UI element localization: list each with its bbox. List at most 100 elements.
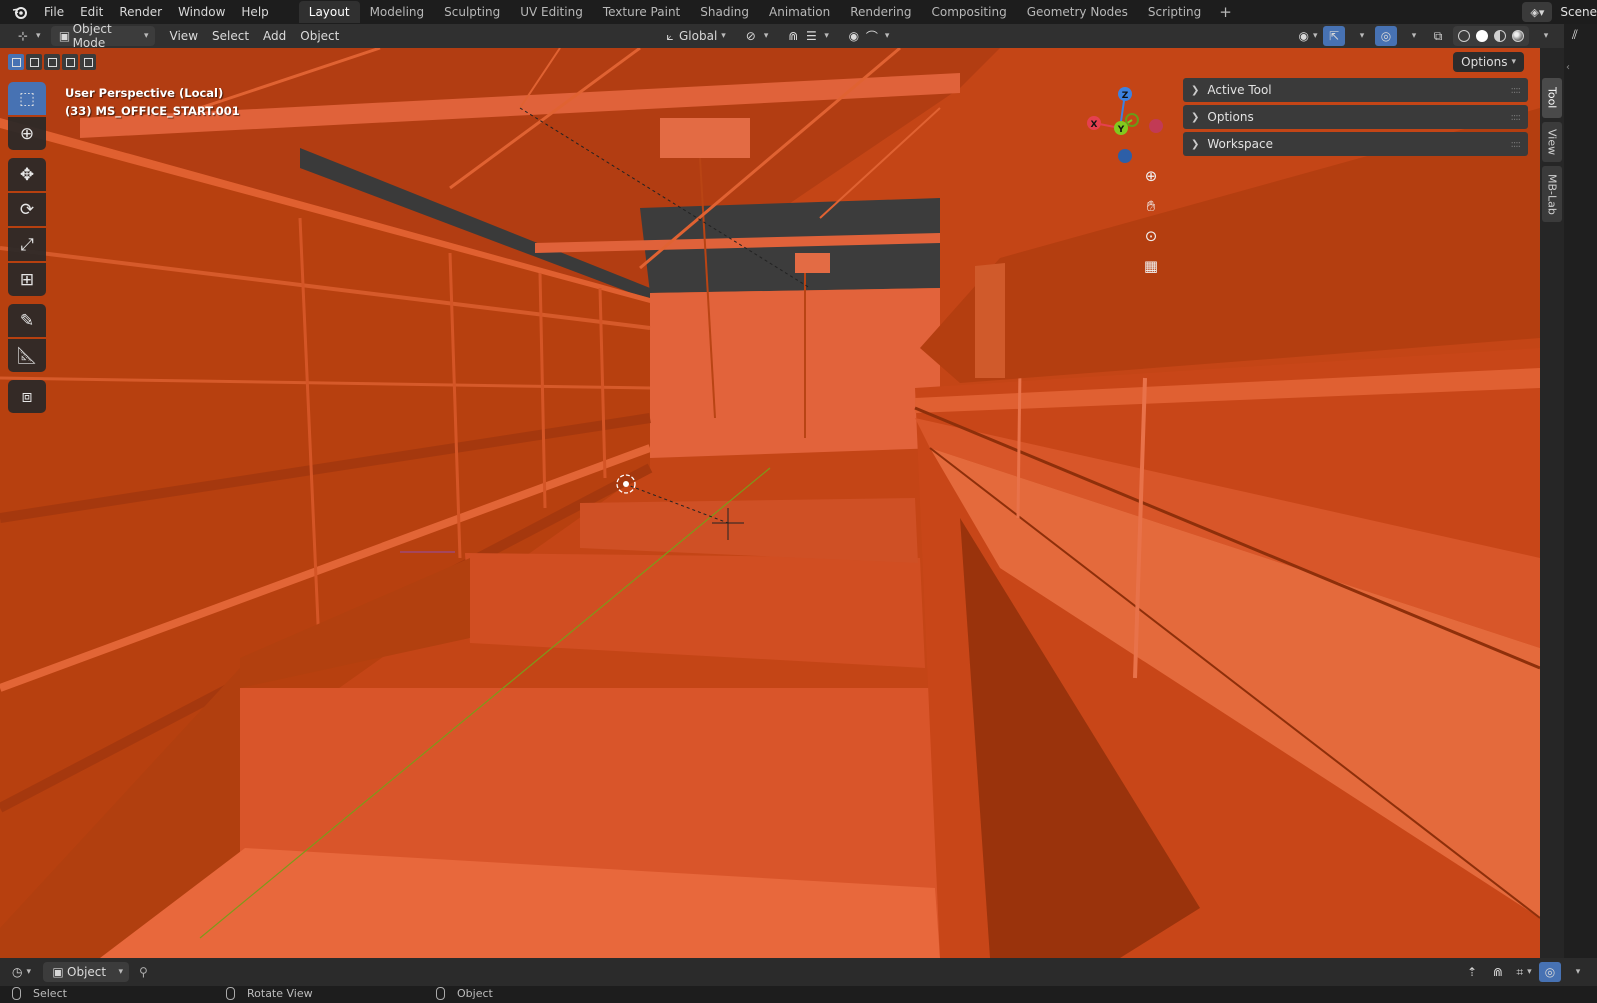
rotate-tool[interactable]: ⟳ — [8, 193, 46, 226]
overlay-button[interactable]: ◎ — [1539, 962, 1561, 982]
collapse-arrow-icon[interactable]: ‹ — [1566, 62, 1570, 73]
blender-logo-icon[interactable] — [10, 2, 30, 22]
move-tool[interactable]: ✥ — [8, 158, 46, 191]
tab-compositing[interactable]: Compositing — [921, 1, 1016, 23]
tab-rendering[interactable]: Rendering — [840, 1, 921, 23]
select-subtract-button[interactable] — [44, 54, 60, 70]
status-rotate: Rotate View — [226, 987, 313, 1000]
status-object-label: Object — [457, 987, 493, 1000]
panel-options[interactable]: ❯ Options :::: — [1183, 105, 1528, 129]
tab-scripting[interactable]: Scripting — [1138, 1, 1211, 23]
material-shading-button[interactable] — [1491, 28, 1509, 44]
timeline-object-dropdown[interactable]: ▣ Object ▾ — [43, 962, 130, 982]
properties-icon[interactable]: ⫽ — [1572, 28, 1578, 43]
visibility-dropdown[interactable]: ◉ ▾ — [1297, 26, 1319, 46]
axis-z-label: Z — [1122, 91, 1129, 101]
tab-layout[interactable]: Layout — [298, 1, 360, 23]
select-difference-button[interactable] — [62, 54, 78, 70]
overlay-dropdown[interactable]: ▾ — [1565, 962, 1587, 982]
drag-handle-icon[interactable]: :::: — [1511, 112, 1522, 123]
shading-dropdown[interactable]: ▾ — [1533, 26, 1555, 46]
panel-label: Options — [1207, 110, 1254, 124]
snap-button[interactable]: ⌗ ▾ — [1513, 962, 1535, 982]
axis-neg-z-icon[interactable] — [1118, 149, 1132, 163]
menu-view[interactable]: View — [163, 29, 205, 43]
menu-edit[interactable]: Edit — [72, 0, 111, 24]
sidebar-tab-tool[interactable]: Tool — [1542, 78, 1562, 118]
menu-render[interactable]: Render — [111, 0, 170, 24]
gizmo-toggle[interactable]: ⇱ — [1323, 26, 1345, 46]
auto-keying-button[interactable]: ⋒ — [1487, 962, 1509, 982]
rendered-shading-button[interactable] — [1509, 28, 1527, 44]
tab-uv-editing[interactable]: UV Editing — [510, 1, 593, 23]
orientation-icon: ⟀ — [666, 28, 674, 43]
measure-tool[interactable]: 📐︎ — [8, 339, 46, 372]
annotate-tool[interactable]: ✎ — [8, 304, 46, 337]
panel-workspace[interactable]: ❯ Workspace :::: — [1183, 132, 1528, 156]
camera-view-button[interactable]: ⊙ — [1137, 225, 1165, 247]
menu-select[interactable]: Select — [205, 29, 256, 43]
editor-type-button[interactable]: ⊹ ▾ — [8, 26, 47, 46]
overlays-dropdown[interactable]: ▾ — [1401, 26, 1423, 46]
select-intersect-button[interactable] — [80, 54, 96, 70]
clock-icon: ◷ — [12, 965, 23, 979]
pivot-dropdown[interactable]: ⊘ ▾ — [736, 26, 775, 46]
solid-shading-button[interactable] — [1473, 28, 1491, 44]
wireframe-shading-button[interactable] — [1455, 28, 1473, 44]
tab-sculpting[interactable]: Sculpting — [434, 1, 510, 23]
menu-object[interactable]: Object — [293, 29, 346, 43]
options-label: Options — [1461, 55, 1508, 69]
tab-geometry-nodes[interactable]: Geometry Nodes — [1017, 1, 1138, 23]
orientation-dropdown[interactable]: ⟀ Global ▾ — [655, 26, 732, 46]
snap-toggle[interactable]: ⋒ ☰ ▾ — [778, 26, 835, 46]
overlays-toggle[interactable]: ◎ — [1375, 26, 1397, 46]
axis-neg-x-icon[interactable] — [1149, 119, 1163, 133]
mode-dropdown[interactable]: ▣ Object Mode ▾ — [50, 22, 155, 50]
chevron-down-icon: ▾ — [1359, 31, 1365, 41]
gizmo-dropdown[interactable]: ▾ — [1349, 26, 1371, 46]
pan-button[interactable]: ✋︎ — [1137, 195, 1165, 217]
sidebar-tab-view[interactable]: View — [1542, 122, 1562, 162]
menu-window[interactable]: Window — [170, 0, 233, 24]
zoom-button[interactable]: ⊕ — [1137, 165, 1165, 187]
xray-toggle[interactable]: ⧉ — [1427, 26, 1449, 46]
tab-animation[interactable]: Animation — [759, 1, 840, 23]
menu-file[interactable]: File — [36, 0, 72, 24]
axis-x-label: X — [1091, 120, 1098, 130]
select-box-tool[interactable]: ⬚ — [8, 82, 46, 115]
tab-texture-paint[interactable]: Texture Paint — [593, 1, 690, 23]
chevron-down-icon: ▾ — [824, 31, 829, 41]
tab-shading[interactable]: Shading — [690, 1, 759, 23]
3d-viewport[interactable]: User Perspective (Local) (33) MS_OFFICE_… — [0, 48, 1540, 958]
status-bar: Select Rotate View Object — [0, 986, 1597, 1003]
add-cube-tool[interactable]: ⧈ — [8, 380, 46, 413]
menu-help[interactable]: Help — [233, 0, 276, 24]
proportional-edit-toggle[interactable]: ◉ ⌒ ▾ — [839, 26, 896, 46]
scale-tool[interactable]: ⤢ — [8, 228, 46, 261]
scene-label[interactable]: Scene — [1560, 5, 1597, 19]
tab-modeling[interactable]: Modeling — [360, 1, 435, 23]
select-new-button[interactable] — [8, 54, 24, 70]
overlays-icon: ◎ — [1544, 965, 1556, 979]
object-mode-icon: ▣ — [58, 29, 71, 43]
scene-icon[interactable]: ◈▾ — [1522, 2, 1553, 22]
select-difference-icon — [65, 57, 75, 67]
status-rotate-label: Rotate View — [247, 987, 313, 1000]
chevron-right-icon: ❯ — [1191, 84, 1200, 96]
timeline-editor-type[interactable]: ◷ ▾ — [6, 962, 37, 982]
menu-add[interactable]: Add — [256, 29, 293, 43]
drag-handle-icon[interactable]: :::: — [1511, 139, 1522, 150]
ortho-toggle-button[interactable]: ▦ — [1137, 255, 1165, 277]
panel-active-tool[interactable]: ❯ Active Tool :::: — [1183, 78, 1528, 102]
options-dropdown[interactable]: Options ▾ — [1453, 52, 1524, 72]
sidebar-tab-mb-lab[interactable]: MB-Lab — [1542, 166, 1562, 222]
select-extend-button[interactable] — [26, 54, 42, 70]
xray-icon: ⧉ — [1433, 28, 1443, 43]
cursor-tool[interactable]: ⊕ — [8, 117, 46, 150]
navigation-gizmo[interactable]: Z X Y — [1070, 78, 1170, 178]
keyframe-type-button[interactable]: ⇡ — [1461, 962, 1483, 982]
pin-icon[interactable]: ⚲ — [139, 965, 148, 979]
drag-handle-icon[interactable]: :::: — [1511, 85, 1522, 96]
transform-tool[interactable]: ⊞ — [8, 263, 46, 296]
add-workspace-icon[interactable]: + — [1211, 3, 1240, 21]
